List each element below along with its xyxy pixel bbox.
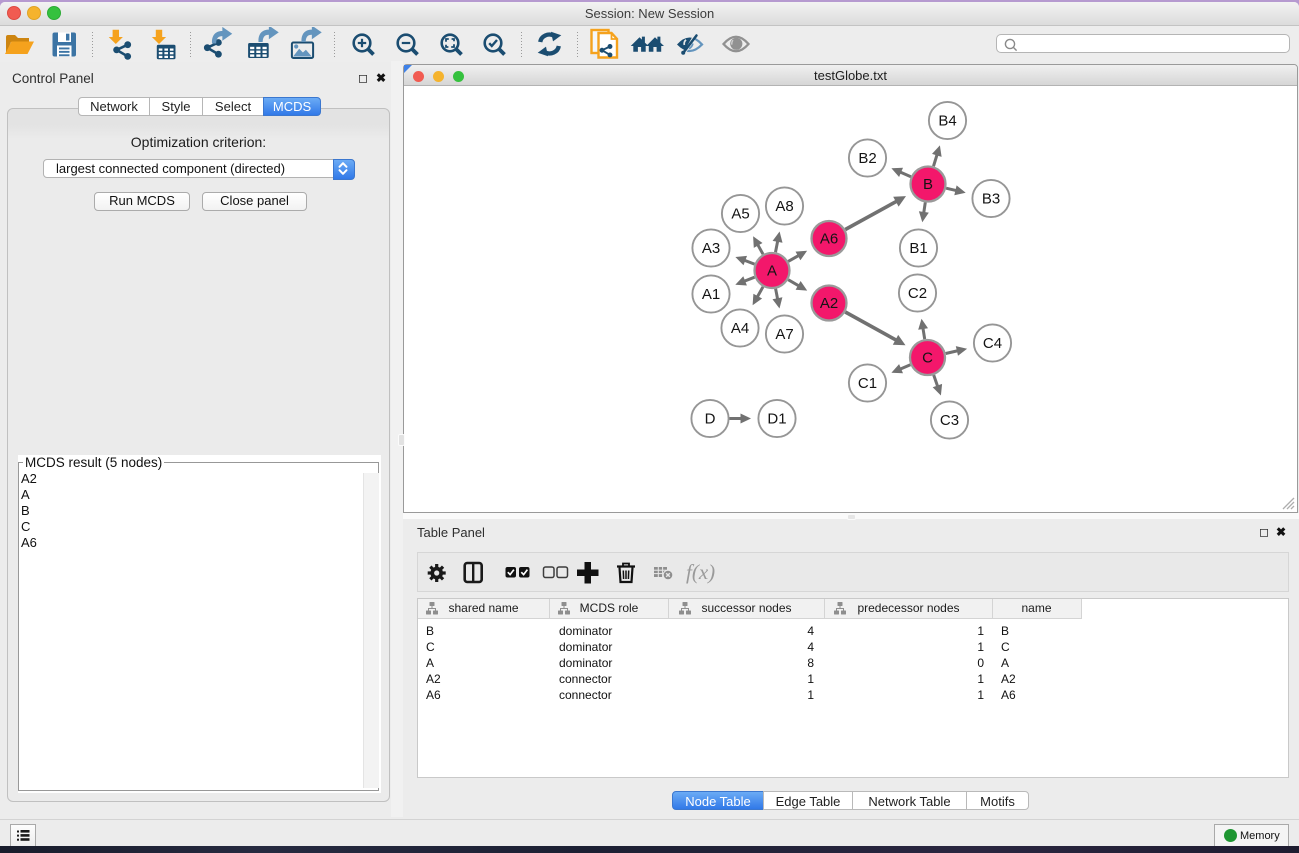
svg-text:D1: D1 bbox=[767, 411, 786, 428]
svg-text:A6: A6 bbox=[820, 231, 838, 248]
svg-text:A3: A3 bbox=[702, 240, 720, 257]
svg-text:B3: B3 bbox=[982, 191, 1000, 208]
svg-text:f(x): f(x) bbox=[686, 560, 715, 584]
svg-text:B2: B2 bbox=[858, 150, 876, 167]
svg-text:A8: A8 bbox=[775, 198, 793, 215]
svg-text:A2: A2 bbox=[820, 295, 838, 312]
svg-text:A5: A5 bbox=[731, 206, 749, 223]
svg-text:A4: A4 bbox=[731, 320, 749, 337]
svg-text:A7: A7 bbox=[775, 326, 793, 343]
svg-text:B: B bbox=[923, 176, 933, 193]
svg-text:C3: C3 bbox=[940, 412, 959, 429]
svg-text:B1: B1 bbox=[909, 240, 927, 257]
svg-text:B4: B4 bbox=[938, 113, 956, 130]
svg-text:A1: A1 bbox=[702, 286, 720, 303]
svg-text:D: D bbox=[705, 411, 716, 428]
svg-text:C1: C1 bbox=[858, 375, 877, 392]
svg-text:C: C bbox=[922, 350, 933, 367]
svg-text:C2: C2 bbox=[908, 285, 927, 302]
svg-text:A: A bbox=[767, 263, 777, 280]
svg-text:C4: C4 bbox=[983, 335, 1002, 352]
